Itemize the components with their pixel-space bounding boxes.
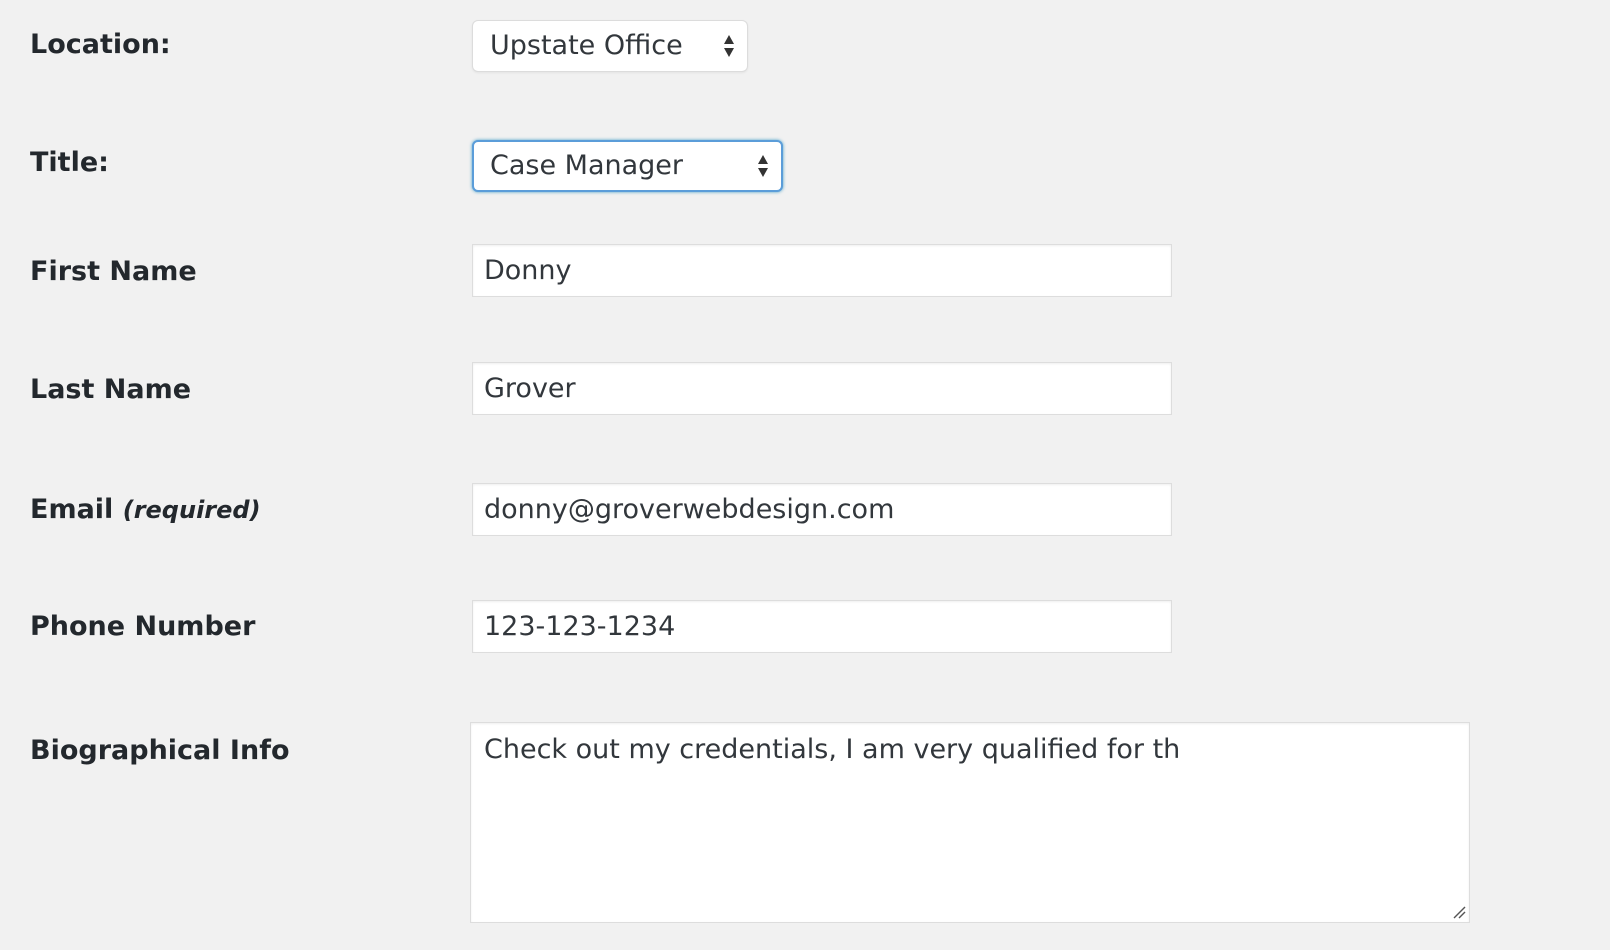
email-field[interactable]: donny@groverwebdesign.com	[472, 483, 1172, 536]
required-note: (required)	[122, 496, 261, 524]
phone-number-value: 123-123-1234	[484, 611, 676, 642]
first-name-field[interactable]: Donny	[472, 244, 1172, 297]
first-name-value: Donny	[484, 255, 572, 286]
email-label: Email (required)	[30, 494, 261, 525]
email-label-text: Email	[30, 494, 114, 525]
phone-number-field[interactable]: 123-123-1234	[472, 600, 1172, 653]
first-name-label: First Name	[30, 256, 197, 287]
last-name-label: Last Name	[30, 374, 192, 405]
location-select[interactable]: Upstate Office	[472, 20, 748, 72]
location-label: Location:	[30, 29, 171, 60]
title-select[interactable]: Case Manager	[472, 140, 783, 192]
last-name-value: Grover	[484, 373, 576, 404]
biographical-info-textarea[interactable]: Check out my credentials, I am very qual…	[470, 722, 1470, 923]
biographical-info-label: Biographical Info	[30, 735, 290, 766]
title-select-value: Case Manager	[490, 150, 684, 181]
phone-number-label: Phone Number	[30, 611, 256, 642]
title-label: Title:	[30, 147, 109, 178]
biographical-info-value: Check out my credentials, I am very qual…	[484, 734, 1181, 765]
resize-handle-icon[interactable]	[1452, 905, 1466, 919]
last-name-field[interactable]: Grover	[472, 362, 1172, 415]
email-value: donny@groverwebdesign.com	[484, 494, 895, 525]
up-down-arrows-icon	[724, 35, 734, 57]
location-select-value: Upstate Office	[490, 30, 683, 61]
up-down-arrows-icon	[758, 155, 768, 177]
